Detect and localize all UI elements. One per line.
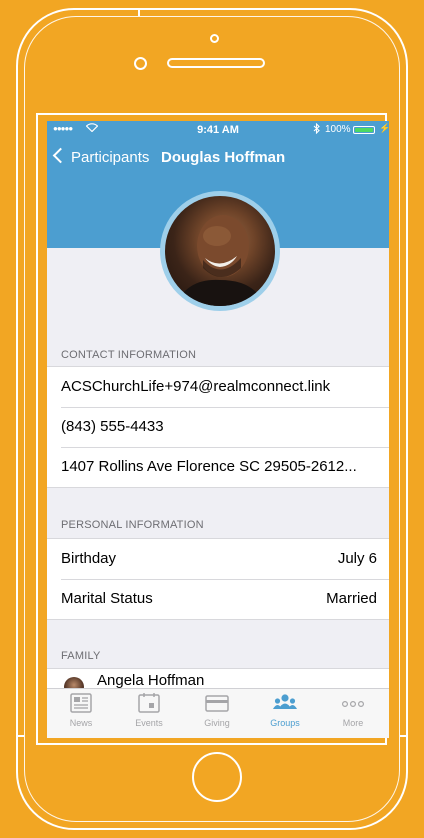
bluetooth-icon xyxy=(313,122,320,137)
battery-icon xyxy=(353,126,375,134)
birthday-label: Birthday xyxy=(61,550,117,567)
email-value: ACSChurchLife+974@realmconnect.link xyxy=(61,378,331,395)
charging-icon: ⚡ xyxy=(379,123,389,133)
tab-news-label: News xyxy=(69,718,93,728)
app-screen: ●●●●● 9:41 AM 100% ⚡ Participants Dougla… xyxy=(47,121,389,738)
status-bar: ●●●●● 9:41 AM 100% ⚡ xyxy=(47,121,389,139)
tab-more[interactable]: More xyxy=(319,689,387,738)
personal-info-group: Birthday July 6 Marital Status Married xyxy=(47,538,389,620)
tab-groups-label: Groups xyxy=(270,718,300,728)
tab-events[interactable]: Events xyxy=(115,689,183,738)
personal-section-title: PERSONAL INFORMATION xyxy=(61,519,204,531)
news-icon xyxy=(70,693,92,713)
email-row[interactable]: ACSChurchLife+974@realmconnect.link xyxy=(47,367,389,407)
address-row[interactable]: 1407 Rollins Ave Florence SC 29505-2612.… xyxy=(47,447,389,487)
tab-giving[interactable]: Giving xyxy=(183,689,251,738)
camera xyxy=(210,34,219,43)
side-line xyxy=(138,8,140,16)
avatar[interactable] xyxy=(165,196,275,306)
page-title: Douglas Hoffman xyxy=(161,149,286,166)
credit-card-icon xyxy=(205,695,229,712)
marital-status-label: Marital Status xyxy=(61,590,153,607)
back-chevron-icon[interactable] xyxy=(52,147,69,164)
side-line xyxy=(400,735,408,737)
navigation-bar: Participants Douglas Hoffman xyxy=(47,145,389,175)
marital-status-value: Married xyxy=(326,590,377,607)
back-button[interactable]: Participants xyxy=(71,149,149,166)
home-button[interactable] xyxy=(192,752,242,802)
family-section-title: FAMILY xyxy=(61,650,101,662)
tab-news[interactable]: News xyxy=(47,689,115,738)
family-member-name: Angela Hoffman xyxy=(97,672,205,689)
phone-row[interactable]: (843) 555-4433 xyxy=(47,407,389,447)
birthday-value: July 6 xyxy=(337,550,377,567)
tab-events-label: Events xyxy=(135,718,163,728)
contact-section-title: CONTACT INFORMATION xyxy=(61,349,197,361)
address-value: 1407 Rollins Ave Florence SC 29505-2612.… xyxy=(61,458,357,475)
tab-giving-label: Giving xyxy=(204,718,230,728)
phone-value: (843) 555-4433 xyxy=(61,418,164,435)
marital-status-row: Marital Status Married xyxy=(47,579,389,619)
tab-more-label: More xyxy=(342,718,364,728)
groups-icon xyxy=(273,694,297,709)
sensor xyxy=(134,57,147,70)
tab-groups[interactable]: Groups xyxy=(251,689,319,738)
speaker xyxy=(167,58,265,68)
side-line xyxy=(16,735,24,737)
birthday-row: Birthday July 6 xyxy=(47,539,389,579)
contact-info-group: ACSChurchLife+974@realmconnect.link (843… xyxy=(47,366,389,488)
battery-percent: 100% xyxy=(325,124,351,135)
calendar-icon xyxy=(138,693,160,713)
tab-bar: News Events Giving Groups More xyxy=(47,688,389,738)
more-icon xyxy=(341,701,365,708)
